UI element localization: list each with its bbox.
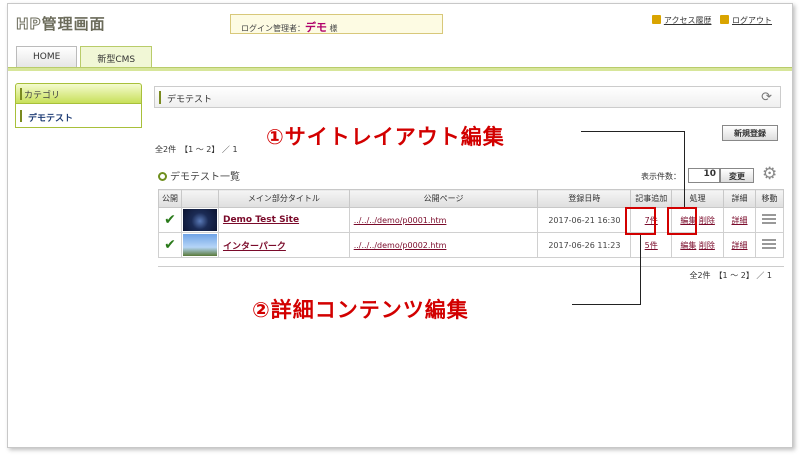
move-cell[interactable] (754, 207, 785, 233)
delete-link[interactable]: 削除 (699, 216, 715, 225)
col-header-date: 登録日時 (537, 189, 632, 208)
tab-home[interactable]: HOME (16, 46, 78, 67)
list-title: デモテスト一覧 (158, 168, 240, 183)
checkmark-icon[interactable]: ✔ (164, 237, 176, 253)
page-title: デモテスト (167, 95, 213, 105)
top-links: アクセス履歴 ログアウト (651, 15, 778, 26)
date-cell: 2017-06-26 11:23 (537, 232, 632, 258)
url-cell[interactable]: ../../../demo/p0002.htm (348, 232, 539, 258)
page-title-bar: デモテスト ⟳ (154, 86, 781, 108)
title-cell[interactable]: インターパーク (217, 232, 350, 258)
display-count-input[interactable]: 10 (688, 168, 720, 183)
annotation-site-layout: ①サイトレイアウト編集 (266, 125, 505, 149)
access-log-link[interactable]: アクセス履歴 (664, 16, 712, 25)
logo-hp: HP (16, 15, 42, 34)
url-cell[interactable]: ../../../demo/p0001.htm (348, 207, 539, 233)
row-title-link[interactable]: Demo Test Site (223, 215, 299, 225)
articles-cell[interactable]: 5件 (630, 232, 673, 258)
header: HP管理画面 ログイン管理者：デモ 様 アクセス履歴 ログアウト (8, 4, 792, 44)
annotation-line-2v (640, 235, 641, 305)
refresh-icon[interactable]: ⟳ (761, 90, 772, 105)
table-header-row: 公開 メイン部分タイトル 公開ページ 登録日時 記事追加 処理 詳細 移動 (158, 189, 785, 208)
detail-link[interactable]: 詳細 (732, 241, 748, 250)
row-url-link[interactable]: ../../../demo/p0002.htm (354, 241, 447, 250)
circle-icon (158, 172, 167, 181)
col-header-thumb (180, 189, 219, 208)
col-header-move: 移動 (754, 189, 785, 208)
date-cell: 2017-06-21 16:30 (537, 207, 632, 233)
tab-bar: HOME 新型CMS (16, 46, 155, 68)
tab-cms[interactable]: 新型CMS (80, 46, 153, 67)
logout-icon (720, 15, 729, 24)
thumbnail-image (182, 234, 217, 256)
thumbnail-cell (180, 232, 219, 258)
public-cell[interactable]: ✔ (158, 207, 182, 233)
highlight-articles-box (625, 207, 656, 235)
thumbnail-image (182, 209, 217, 231)
edit-link[interactable]: 編集 (680, 241, 696, 250)
col-header-detail: 詳細 (723, 189, 756, 208)
col-header-public: 公開 (158, 189, 182, 208)
drag-handle-icon[interactable] (762, 214, 777, 224)
checkmark-icon[interactable]: ✔ (164, 212, 176, 228)
annotation-line-1h (581, 131, 684, 132)
row-url-link[interactable]: ../../../demo/p0001.htm (354, 216, 447, 225)
col-header-page: 公開ページ (348, 189, 539, 208)
highlight-edit-box (667, 207, 697, 235)
action-cell: 編集 削除 (671, 232, 725, 258)
display-count-label: 表示件数： (641, 172, 681, 181)
title-cell[interactable]: Demo Test Site (217, 207, 350, 233)
annotation-line-2h (572, 304, 641, 305)
tab-underline (8, 67, 792, 71)
logout-link[interactable]: ログアウト (732, 16, 772, 25)
pagination-count-bottom: 全2件 【1 ～ 2】 ／ 1 (689, 271, 772, 280)
table-row: ✔ インターパーク ../../../demo/p0002.htm 2017-0… (158, 232, 785, 258)
login-label: ログイン管理者： (241, 24, 305, 33)
access-log-icon (651, 15, 661, 24)
thumbnail-cell (180, 207, 219, 233)
detail-cell[interactable]: 詳細 (723, 232, 756, 258)
sidebar-heading: カテゴリ (15, 83, 142, 104)
annotation-line-1v (684, 131, 685, 207)
delete-link[interactable]: 削除 (699, 241, 715, 250)
move-cell[interactable] (754, 232, 785, 258)
login-info: ログイン管理者：デモ 様 (230, 14, 443, 34)
logo: HP管理画面 (16, 13, 106, 34)
detail-cell[interactable]: 詳細 (723, 207, 756, 233)
new-register-button[interactable]: 新規登録 (722, 125, 778, 141)
app-window: HP管理画面 ログイン管理者：デモ 様 アクセス履歴 ログアウト HOME 新型… (7, 3, 793, 448)
sidebar: カテゴリ デモテスト (15, 83, 142, 128)
login-user: デモ (305, 21, 327, 34)
col-header-action: 処理 (671, 189, 725, 208)
col-header-articles: 記事追加 (630, 189, 673, 208)
col-header-title: メイン部分タイトル (217, 189, 350, 208)
list-title-text: デモテスト一覧 (170, 172, 240, 183)
annotation-detail-content: ②詳細コンテンツ編集 (252, 298, 469, 322)
table-bottom-divider (158, 266, 784, 267)
drag-handle-icon[interactable] (762, 239, 777, 249)
public-cell[interactable]: ✔ (158, 232, 182, 258)
logo-main: 管理画面 (41, 15, 106, 33)
articles-link[interactable]: 5件 (645, 241, 658, 250)
login-suffix: 様 (329, 24, 338, 33)
gear-icon[interactable]: ⚙ (762, 166, 777, 183)
detail-link[interactable]: 詳細 (732, 216, 748, 225)
change-button[interactable]: 変更 (720, 168, 754, 183)
pagination-count-top: 全2件 【1 ～ 2】 ／ 1 (155, 145, 238, 154)
row-title-link[interactable]: インターパーク (223, 242, 286, 252)
sidebar-item-demotest[interactable]: デモテスト (15, 104, 142, 128)
